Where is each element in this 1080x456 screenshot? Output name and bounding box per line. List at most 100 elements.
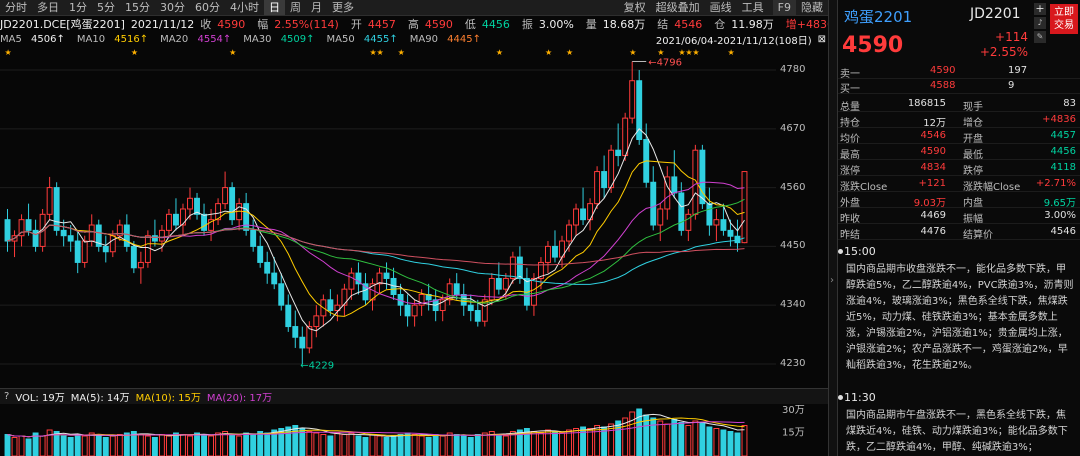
stat-row: 均价 4546 开盘 4457	[838, 129, 1080, 145]
tool-menu: 复权 超级叠加 画线 工具	[619, 0, 769, 15]
news-text[interactable]: 国内商品期市午盘涨跌不一，黑色系全线下跌，焦煤跌近4%，硅铁、动力煤跌逾3%；能…	[846, 408, 1074, 456]
event-marker-icon[interactable]: ★	[398, 48, 405, 57]
candle-body	[467, 304, 474, 312]
tool-item-2[interactable]: 画线	[705, 0, 737, 15]
event-marker-icon[interactable]: ★	[629, 48, 636, 57]
alert-bell-icon[interactable]: ♪	[1034, 17, 1046, 29]
stat-label: 持仓	[840, 118, 860, 129]
volume-bar	[432, 434, 439, 456]
candle-body	[516, 256, 523, 279]
event-marker-icon[interactable]: ★	[657, 48, 664, 57]
bar-date: 2021/11/12	[130, 17, 195, 31]
price-tick: 4340	[780, 299, 806, 311]
contract-symbol: JD2201	[970, 6, 1021, 22]
price-tick: 4230	[780, 357, 806, 369]
tool-item-1[interactable]: 超级叠加	[651, 0, 705, 15]
period-tab-2[interactable]: 1分	[64, 0, 92, 15]
period-toolbar: 分时 多日 1分 5分 15分 30分 60分 4小时日周月更多 复权 超级叠加 画线 工具 F9 …	[0, 0, 828, 16]
volume-bar	[250, 434, 257, 456]
f9-button[interactable]: F9	[772, 0, 796, 15]
volume-bar	[671, 419, 678, 456]
volume-label: 量	[585, 18, 597, 31]
candlestick-chart[interactable]: ★ ★ ★ ★ ★ ★ ★ ★ ★ ★ ★ ★ ★ ★ ★←4796←4229	[0, 46, 776, 386]
event-marker-icon[interactable]: ★	[692, 48, 699, 57]
stat-label: 跌停	[963, 166, 983, 177]
event-marker-icon[interactable]: ★	[566, 48, 573, 57]
event-marker-icon[interactable]: ★	[131, 48, 138, 57]
volume-bar	[530, 431, 537, 456]
close-chart-icon[interactable]: ⊠	[818, 34, 826, 45]
stat-value: 4456	[1050, 146, 1076, 157]
period-tab-6[interactable]: 60分	[190, 0, 225, 15]
news-time: 15:00	[844, 245, 876, 258]
stat-row: 涨停 4834 跌停 4118	[838, 161, 1080, 177]
event-marker-icon[interactable]: ★	[496, 48, 503, 57]
period-tab-3[interactable]: 5分	[92, 0, 120, 15]
candle-body	[474, 310, 481, 322]
period-tab-4[interactable]: 15分	[120, 0, 155, 15]
close-value: 4590	[217, 18, 246, 31]
volume-bar	[390, 435, 397, 456]
ma10-label: MA10	[76, 33, 106, 45]
volume-bar	[151, 437, 158, 456]
stat-label: 涨停	[840, 166, 860, 177]
volume-bar	[194, 432, 200, 456]
volume-legend: ? VOL: 19万 MA(5): 14万 MA(10): 15万 MA(20)…	[0, 388, 828, 404]
event-marker-icon[interactable]: ★	[545, 48, 552, 57]
news-dot-icon	[838, 249, 843, 254]
period-tab-10[interactable]: 月	[306, 0, 327, 15]
candle-body	[151, 235, 158, 242]
trade-now-button[interactable]: 立即 交易	[1050, 4, 1078, 34]
price-tick: 4560	[780, 181, 806, 193]
event-marker-icon[interactable]: ★	[5, 48, 12, 57]
oi-change: 增+4836	[785, 18, 834, 31]
candle-body	[74, 240, 81, 263]
candle-body	[594, 171, 601, 205]
bid-label: 买一	[840, 84, 860, 95]
period-tab-0[interactable]: 分时	[0, 0, 32, 15]
volume-bar	[537, 432, 544, 456]
help-icon[interactable]: ?	[4, 391, 9, 402]
volume-bar	[355, 435, 362, 456]
edit-icon[interactable]: ✎	[1034, 31, 1046, 43]
candle-body	[404, 304, 411, 317]
stat-value: 9.03万	[913, 198, 946, 209]
close-label: 收	[200, 18, 212, 31]
candle-body	[495, 277, 502, 290]
high-value: 4590	[424, 18, 453, 31]
volume-tick: 15万	[782, 428, 805, 439]
volume-bar	[657, 420, 664, 456]
candle-body	[615, 149, 622, 157]
period-tab-8[interactable]: 日	[264, 0, 285, 15]
volume-bar	[566, 429, 572, 456]
event-marker-icon[interactable]: ★	[727, 48, 734, 57]
volume-bar	[559, 432, 565, 456]
settle-value: 4546	[674, 18, 703, 31]
add-watchlist-icon[interactable]: +	[1034, 3, 1046, 15]
period-tab-11[interactable]: 更多	[327, 0, 359, 15]
stat-value: 4590	[920, 146, 946, 157]
period-tab-9[interactable]: 周	[285, 0, 306, 15]
collapse-arrow-icon[interactable]: ›	[830, 275, 834, 286]
period-tab-5[interactable]: 30分	[155, 0, 190, 15]
candle-body	[137, 261, 144, 269]
volume-bar	[369, 434, 376, 456]
volume-bar	[306, 431, 313, 456]
news-text[interactable]: 国内商品期市收盘涨跌不一，能化品多数下跌，甲醇跌逾5%，乙二醇跌逾4%，PVC跌…	[846, 262, 1074, 374]
volume-bar	[18, 435, 25, 456]
oi-value: 11.98万	[731, 18, 774, 31]
period-tab-7[interactable]: 4小时	[225, 0, 264, 15]
tool-item-0[interactable]: 复权	[619, 0, 651, 15]
volume-bar	[102, 437, 109, 456]
stat-label: 涨跌Close	[840, 182, 888, 193]
volume-bar	[123, 432, 130, 456]
volume-bar	[180, 434, 186, 456]
volume-bar	[460, 435, 467, 456]
tool-item-3[interactable]: 工具	[737, 0, 769, 15]
event-marker-icon[interactable]: ★	[377, 48, 384, 57]
volume-chart[interactable]: 30万 15万	[0, 404, 828, 456]
panel-divider[interactable]: ›	[828, 0, 838, 456]
event-marker-icon[interactable]: ★	[229, 48, 236, 57]
hide-button[interactable]: 隐藏	[796, 0, 828, 15]
period-tab-1[interactable]: 多日	[32, 0, 64, 15]
